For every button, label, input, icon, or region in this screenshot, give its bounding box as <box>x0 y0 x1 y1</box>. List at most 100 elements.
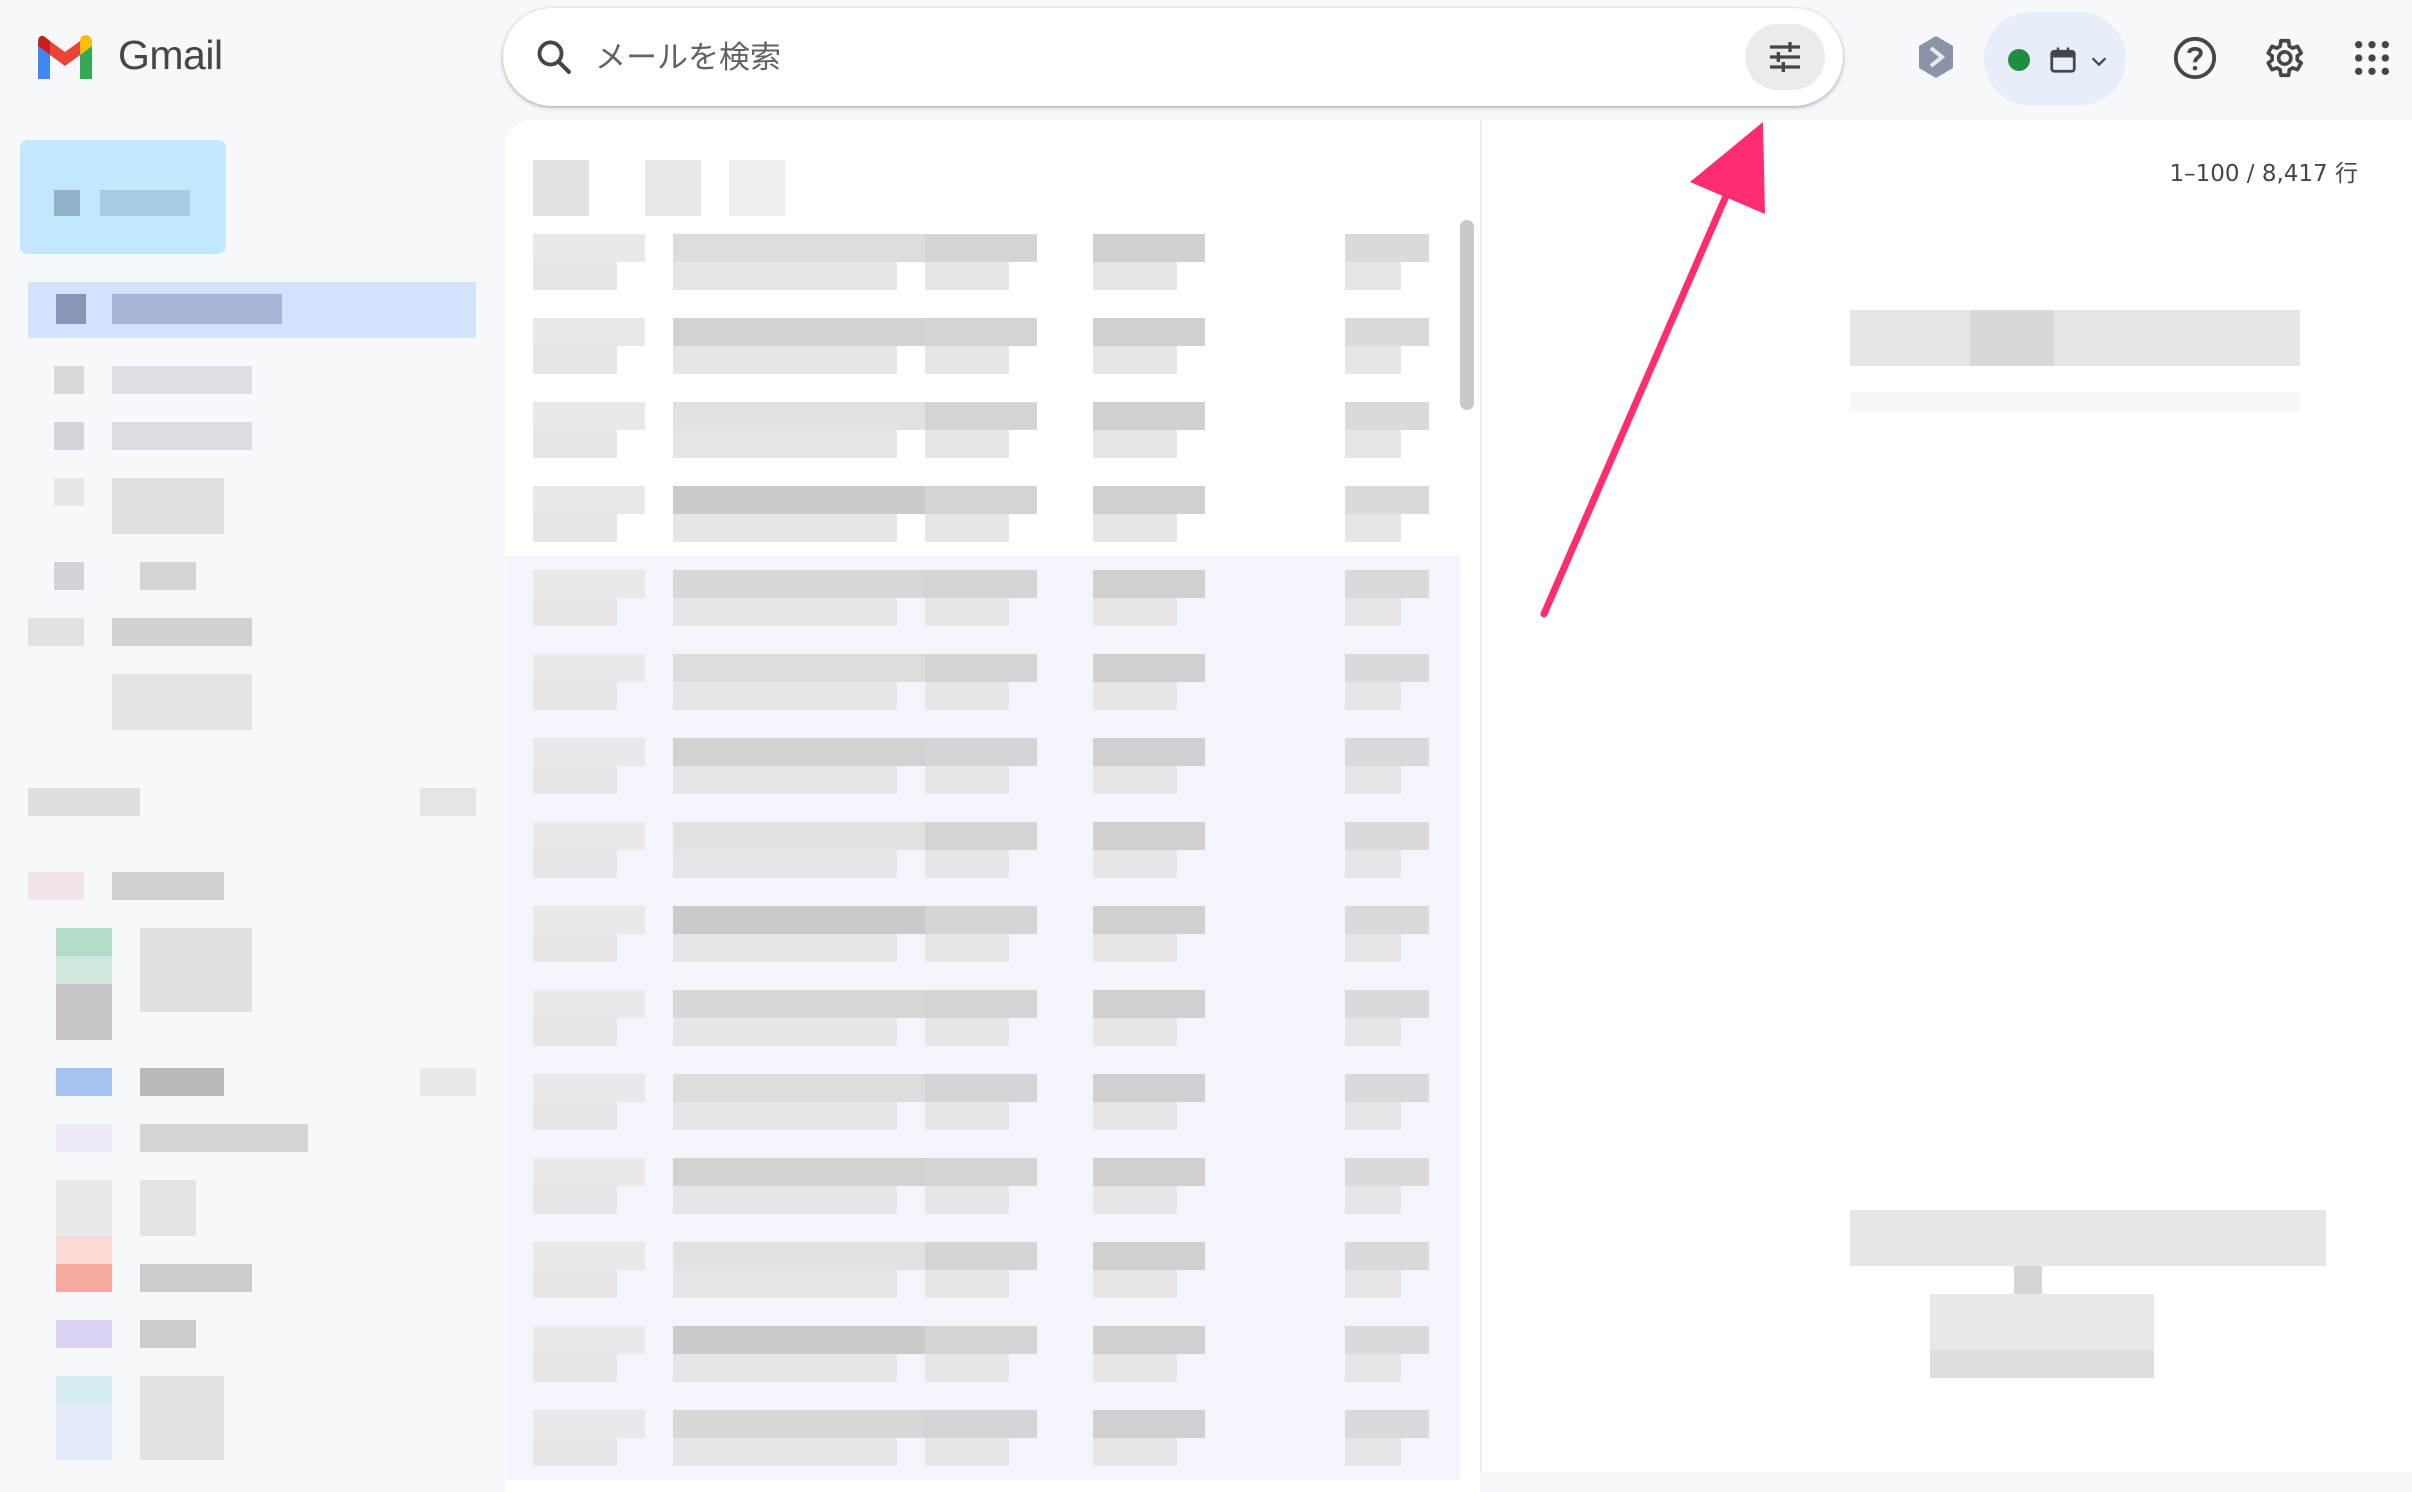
row-sender <box>673 262 897 290</box>
message-row[interactable] <box>505 724 1460 808</box>
row-sender <box>673 850 897 878</box>
label-item[interactable] <box>56 1320 112 1348</box>
row-date <box>1093 234 1205 262</box>
row-actions <box>1345 654 1429 682</box>
row-actions <box>1345 850 1401 878</box>
row-checkbox <box>533 906 645 934</box>
sidebar-item[interactable] <box>54 478 84 506</box>
label-item[interactable] <box>56 928 112 956</box>
message-row[interactable] <box>505 388 1460 472</box>
message-row[interactable] <box>505 220 1460 304</box>
search-bar[interactable] <box>503 8 1843 106</box>
row-sender <box>673 934 897 962</box>
message-row[interactable] <box>505 1396 1460 1480</box>
row-subject <box>925 1242 1037 1270</box>
message-row[interactable] <box>505 976 1460 1060</box>
row-checkbox <box>533 1018 617 1046</box>
row-subject <box>925 402 1037 430</box>
reading-pane: 1–100 / 8,417 行 <box>1480 120 2412 1472</box>
search-options-button[interactable] <box>1745 24 1825 90</box>
refresh-button[interactable] <box>645 160 701 216</box>
label-item[interactable] <box>56 1124 112 1152</box>
row-checkbox <box>533 598 617 626</box>
row-checkbox <box>533 486 645 514</box>
row-checkbox <box>533 766 617 794</box>
message-row[interactable] <box>505 808 1460 892</box>
app-name: Gmail <box>118 32 223 78</box>
row-subject <box>925 1018 1009 1046</box>
label-item[interactable] <box>56 984 112 1040</box>
row-checkbox <box>533 654 645 682</box>
help-icon[interactable] <box>2172 35 2218 81</box>
gear-icon[interactable] <box>2260 35 2306 81</box>
status-chip[interactable] <box>1984 12 2126 106</box>
sidebar-item[interactable] <box>112 674 252 730</box>
label-item[interactable] <box>56 1404 112 1460</box>
row-checkbox <box>533 514 617 542</box>
row-actions <box>1345 598 1401 626</box>
apps-grid-icon[interactable] <box>2352 38 2392 78</box>
list-toolbar <box>505 140 1480 216</box>
label-item[interactable] <box>56 1376 112 1404</box>
row-date <box>1093 514 1177 542</box>
row-actions <box>1345 1102 1401 1130</box>
select-all-checkbox[interactable] <box>533 160 589 216</box>
row-subject <box>925 990 1037 1018</box>
sidebar-item[interactable] <box>54 366 84 394</box>
message-row[interactable] <box>505 1144 1460 1228</box>
row-checkbox <box>533 402 645 430</box>
calendar-icon <box>2050 47 2076 73</box>
label-item[interactable] <box>56 1180 112 1236</box>
row-sender <box>673 430 897 458</box>
compose-button[interactable] <box>20 140 226 254</box>
row-checkbox <box>533 318 645 346</box>
row-date <box>1093 570 1205 598</box>
more-button[interactable] <box>729 160 785 216</box>
row-sender <box>673 1270 897 1298</box>
row-actions <box>1345 1326 1429 1354</box>
row-date <box>1093 934 1177 962</box>
scrollbar-thumb[interactable] <box>1460 220 1474 410</box>
row-sender <box>673 1326 925 1354</box>
row-subject <box>925 906 1037 934</box>
row-sender <box>673 766 897 794</box>
extension-hexagon-icon[interactable] <box>1916 34 1956 80</box>
search-input[interactable] <box>593 30 1597 86</box>
row-sender <box>673 514 897 542</box>
message-row[interactable] <box>505 472 1460 556</box>
row-date <box>1093 262 1177 290</box>
row-date <box>1093 1074 1205 1102</box>
message-row[interactable] <box>505 1060 1460 1144</box>
gmail-logo[interactable]: Gmail <box>34 32 223 79</box>
message-row[interactable] <box>505 304 1460 388</box>
search-icon[interactable] <box>533 36 575 78</box>
row-sender <box>673 1018 897 1046</box>
message-row[interactable] <box>505 1228 1460 1312</box>
row-subject <box>925 822 1037 850</box>
sidebar-item-inbox[interactable] <box>28 282 476 338</box>
sidebar-item[interactable] <box>54 422 84 450</box>
message-row[interactable] <box>505 640 1460 724</box>
sidebar-item[interactable] <box>54 562 84 590</box>
row-sender <box>673 1410 925 1438</box>
row-actions <box>1345 1438 1401 1466</box>
message-row[interactable] <box>505 556 1460 640</box>
message-row[interactable] <box>505 892 1460 976</box>
sidebar-item[interactable] <box>28 618 84 646</box>
row-actions <box>1345 738 1429 766</box>
row-checkbox <box>533 1158 645 1186</box>
row-sender <box>673 1074 925 1102</box>
row-actions <box>1345 1354 1401 1382</box>
row-checkbox <box>533 262 617 290</box>
label-item[interactable] <box>56 1236 112 1264</box>
row-subject <box>925 682 1009 710</box>
message-row[interactable] <box>505 1312 1460 1396</box>
row-date <box>1093 1158 1205 1186</box>
label-item[interactable] <box>56 1068 112 1096</box>
label-item[interactable] <box>56 1264 112 1292</box>
row-subject <box>925 430 1009 458</box>
row-date <box>1093 1018 1177 1046</box>
row-subject <box>925 1158 1037 1186</box>
label-item[interactable] <box>56 956 112 984</box>
row-actions <box>1345 766 1401 794</box>
